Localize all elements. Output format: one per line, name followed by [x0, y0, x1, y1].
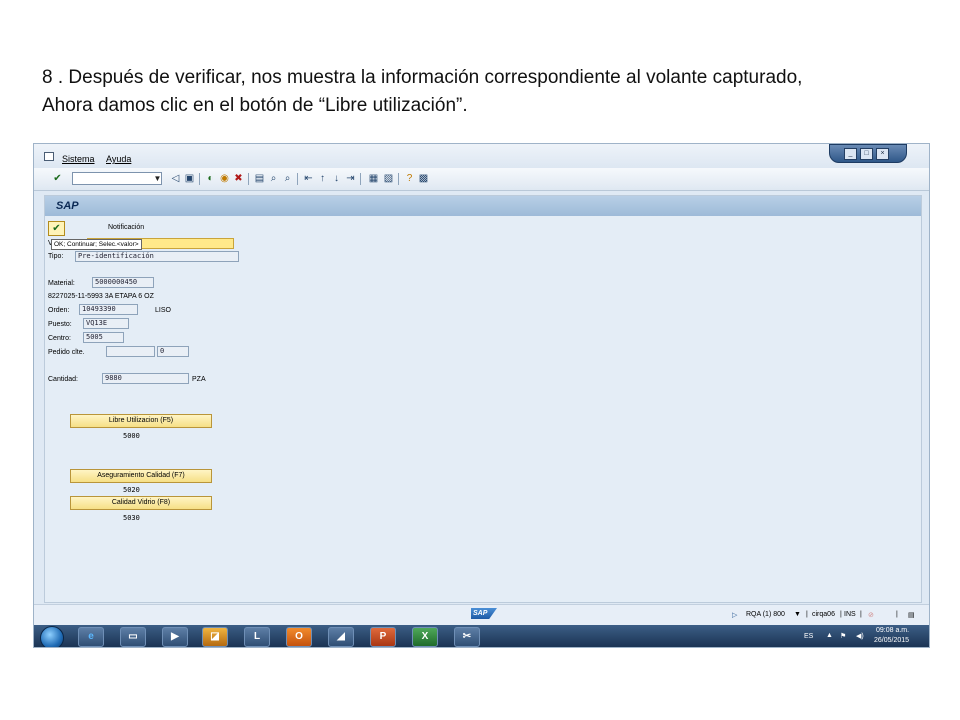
windows-taskbar: e ▭ ▶ ◪ L O ◢ P X ✂ ES ▲ ⚑ ◀) 09:08 a.m.… [34, 625, 929, 647]
insert-mode: INS [844, 611, 856, 618]
find-icon[interactable]: ⌕ [268, 173, 279, 184]
maximize-button[interactable]: □ [860, 148, 873, 160]
lock-icon: ⊘ [868, 612, 874, 619]
shortcut-icon[interactable]: ▧ [383, 173, 394, 184]
next-page-icon[interactable]: ↓ [331, 173, 342, 184]
outlook-icon[interactable]: O [286, 627, 312, 647]
volume-icon[interactable]: ◀) [856, 632, 864, 640]
menu-ayuda[interactable]: Ayuda [106, 154, 131, 164]
toolbar-divider [248, 173, 249, 185]
excel-icon[interactable]: X [412, 627, 438, 647]
server-name: cirqa06 [812, 611, 835, 618]
status-divider: | [806, 611, 808, 618]
layout-icon[interactable]: ▤ [908, 611, 915, 619]
instruction-caption: 8 . Después de verificar, nos muestra la… [42, 64, 942, 120]
media-player-icon[interactable]: ▶ [162, 627, 188, 647]
orden-field: 10493390 [79, 304, 138, 315]
tipo-label: Tipo: [48, 253, 64, 260]
material-label: Material: [48, 280, 75, 287]
sap-logon-icon[interactable]: ◪ [202, 627, 228, 647]
puesto-label: Puesto: [48, 321, 72, 328]
orden-description: LISO [155, 307, 171, 314]
confirm-check-button[interactable]: ✔ [48, 221, 65, 236]
menu-icon[interactable] [44, 152, 54, 161]
cantidad-label: Cantidad: [48, 376, 78, 383]
exit-icon[interactable]: ◉ [219, 173, 230, 184]
previous-page-icon[interactable]: ↑ [317, 173, 328, 184]
command-field[interactable] [72, 172, 162, 185]
new-session-icon[interactable]: ▦ [368, 173, 379, 184]
sap-window: Sistema Ayuda _ □ × ✔ ▼ ◁ ▣ ◐ ◉ ✖ ▤ ⌕ ⌕ … [33, 143, 930, 648]
print-icon[interactable]: ▤ [254, 173, 265, 184]
material-description: 8227025-11-5993 3A ETAPA 6 OZ [48, 293, 154, 300]
window-controls: _ □ × [829, 144, 907, 163]
aseguramiento-calidad-button[interactable]: Aseguramiento Calidad (F7) [70, 469, 212, 483]
centro-field: 5005 [83, 332, 124, 343]
orden-label: Orden: [48, 307, 70, 314]
puesto-field: VQ13E [83, 318, 129, 329]
toolbar-divider [199, 173, 200, 185]
sap-logo: SAP [471, 608, 497, 619]
notes-icon[interactable]: ◢ [328, 627, 354, 647]
pedido-field [106, 346, 155, 357]
standard-toolbar: ✔ ▼ ◁ ▣ ◐ ◉ ✖ ▤ ⌕ ⌕ ⇤ ↑ ↓ ⇥ ▦ ▧ ? ▩ [34, 168, 929, 191]
chevron-down-icon[interactable]: ▼ [794, 611, 801, 618]
notificacion-label: Notificación [108, 224, 145, 231]
pedido-position-field: 0 [157, 346, 189, 357]
caption-line-2: Ahora damos clic en el botón de “Libre u… [42, 95, 468, 116]
libre-utilizacion-button[interactable]: Libre Utilizacion (F5) [70, 414, 212, 428]
cantidad-field: 9880 [102, 373, 189, 384]
cantidad-unit: PZA [192, 376, 206, 383]
close-button[interactable]: × [876, 148, 889, 160]
help-icon[interactable]: ? [404, 173, 415, 184]
tooltip: OK; Continuar; Selec.<valor> [51, 239, 142, 250]
system-info: RQA (1) 800 [746, 611, 785, 618]
status-divider: | [860, 611, 862, 618]
status-divider: | [840, 611, 842, 618]
start-button[interactable] [40, 626, 64, 647]
internet-explorer-icon[interactable]: e [78, 627, 104, 647]
centro-label: Centro: [48, 335, 71, 342]
lync-icon[interactable]: L [244, 627, 270, 647]
find-next-icon[interactable]: ⌕ [282, 173, 293, 184]
tray-expand-icon[interactable]: ▲ [826, 632, 833, 639]
main-screen: SAP ✔ Notificación V OK; Continuar; Sele… [44, 195, 922, 603]
cancel-icon[interactable]: ✖ [233, 173, 244, 184]
minimize-button[interactable]: _ [844, 148, 857, 160]
aseguramiento-code: 5020 [123, 486, 140, 494]
clock-date[interactable]: 26/05/2015 [874, 637, 909, 644]
chevron-down-icon[interactable]: ▼ [152, 172, 163, 185]
clock-time[interactable]: 09:08 a.m. [876, 627, 909, 634]
tipo-field: Pre-identificación [75, 251, 239, 262]
snipping-tool-icon[interactable]: ✂ [454, 627, 480, 647]
menu-sistema[interactable]: Sistema [62, 154, 95, 164]
language-indicator[interactable]: ES [804, 633, 813, 640]
toolbar-divider [360, 173, 361, 185]
vidrio-code: 5030 [123, 514, 140, 522]
caption-line-1: 8 . Después de verificar, nos muestra la… [42, 67, 803, 88]
toolbar-divider [398, 173, 399, 185]
back-arrow-icon[interactable]: ◁ [170, 173, 181, 184]
back-icon[interactable]: ◐ [205, 173, 216, 184]
flag-icon[interactable]: ⚑ [840, 632, 846, 640]
calidad-vidrio-button[interactable]: Calidad Vidrio (F8) [70, 496, 212, 510]
last-page-icon[interactable]: ⇥ [345, 173, 356, 184]
save-icon[interactable]: ▣ [184, 173, 195, 184]
file-explorer-icon[interactable]: ▭ [120, 627, 146, 647]
libre-code: 5000 [123, 432, 140, 440]
status-toggle-icon[interactable]: ▷ [732, 611, 737, 619]
enter-icon[interactable]: ✔ [52, 173, 63, 184]
status-divider: | [896, 611, 898, 618]
material-field: 5000000450 [92, 277, 154, 288]
toolbar-divider [297, 173, 298, 185]
screen-title-bar: SAP [45, 196, 921, 216]
powerpoint-icon[interactable]: P [370, 627, 396, 647]
pedido-label: Pedido clte. [48, 349, 85, 356]
layout-menu-icon[interactable]: ▩ [418, 173, 429, 184]
first-page-icon[interactable]: ⇤ [303, 173, 314, 184]
menu-bar: Sistema Ayuda _ □ × [34, 144, 929, 168]
page-title: SAP [56, 200, 79, 212]
status-bar: SAP ▷ RQA (1) 800 ▼ | cirqa06 | INS | ⊘ … [34, 604, 929, 627]
